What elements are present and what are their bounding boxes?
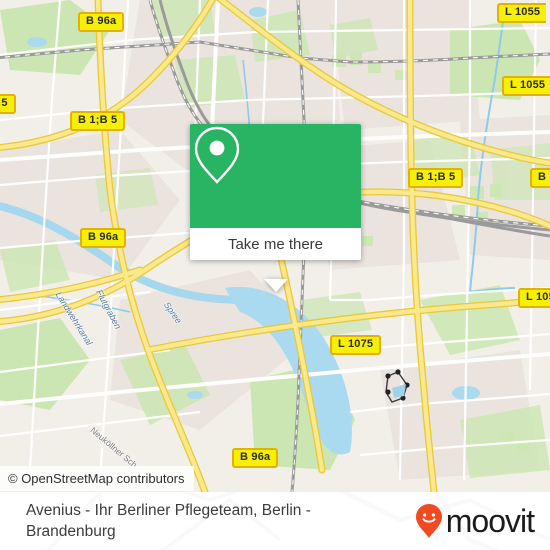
road-shield: L 105 — [518, 288, 550, 308]
popup-action-area[interactable]: Take me there — [190, 228, 361, 260]
road-shield: L 1075 — [330, 335, 382, 355]
road-shield: B 96a — [232, 448, 279, 468]
osm-attribution-text: © OpenStreetMap contributors — [8, 471, 185, 486]
take-me-there-label: Take me there — [227, 235, 324, 253]
popup-pointer — [263, 279, 288, 292]
road-shield: B 96a — [78, 12, 125, 32]
road-shield: B 1;B 5 — [408, 168, 464, 188]
map-screenshot: B 96a L 1055 L 1055 B 5 B 1;B 5 B 1;B 5 B B 96a… — [0, 0, 550, 550]
moovit-pin-smile-icon — [415, 504, 442, 538]
place-popup-card[interactable]: Take me there — [190, 124, 361, 292]
road-shield: L 1055 — [497, 3, 547, 23]
map-canvas[interactable]: B 96a L 1055 L 1055 B 5 B 1;B 5 B 1;B 5 B B 96a… — [0, 0, 550, 492]
moovit-wordmark: moovit — [445, 502, 535, 539]
map-pin-icon — [194, 126, 240, 184]
popup-icon-area — [190, 124, 361, 228]
footer-bar: Avenius - Ihr Berliner Pflegeteam, Berli… — [0, 492, 550, 550]
osm-attribution[interactable]: © OpenStreetMap contributors — [0, 466, 194, 491]
road-shield: B 96a — [80, 228, 127, 248]
place-title: Avenius - Ihr Berliner Pflegeteam, Berli… — [26, 502, 311, 540]
moovit-brand[interactable]: moovit — [414, 503, 550, 540]
road-shield: B 5 — [0, 94, 16, 114]
road-shield: L 1055 — [502, 76, 550, 96]
road-shield: B — [530, 168, 550, 188]
road-shield: B 1;B 5 — [70, 111, 126, 131]
